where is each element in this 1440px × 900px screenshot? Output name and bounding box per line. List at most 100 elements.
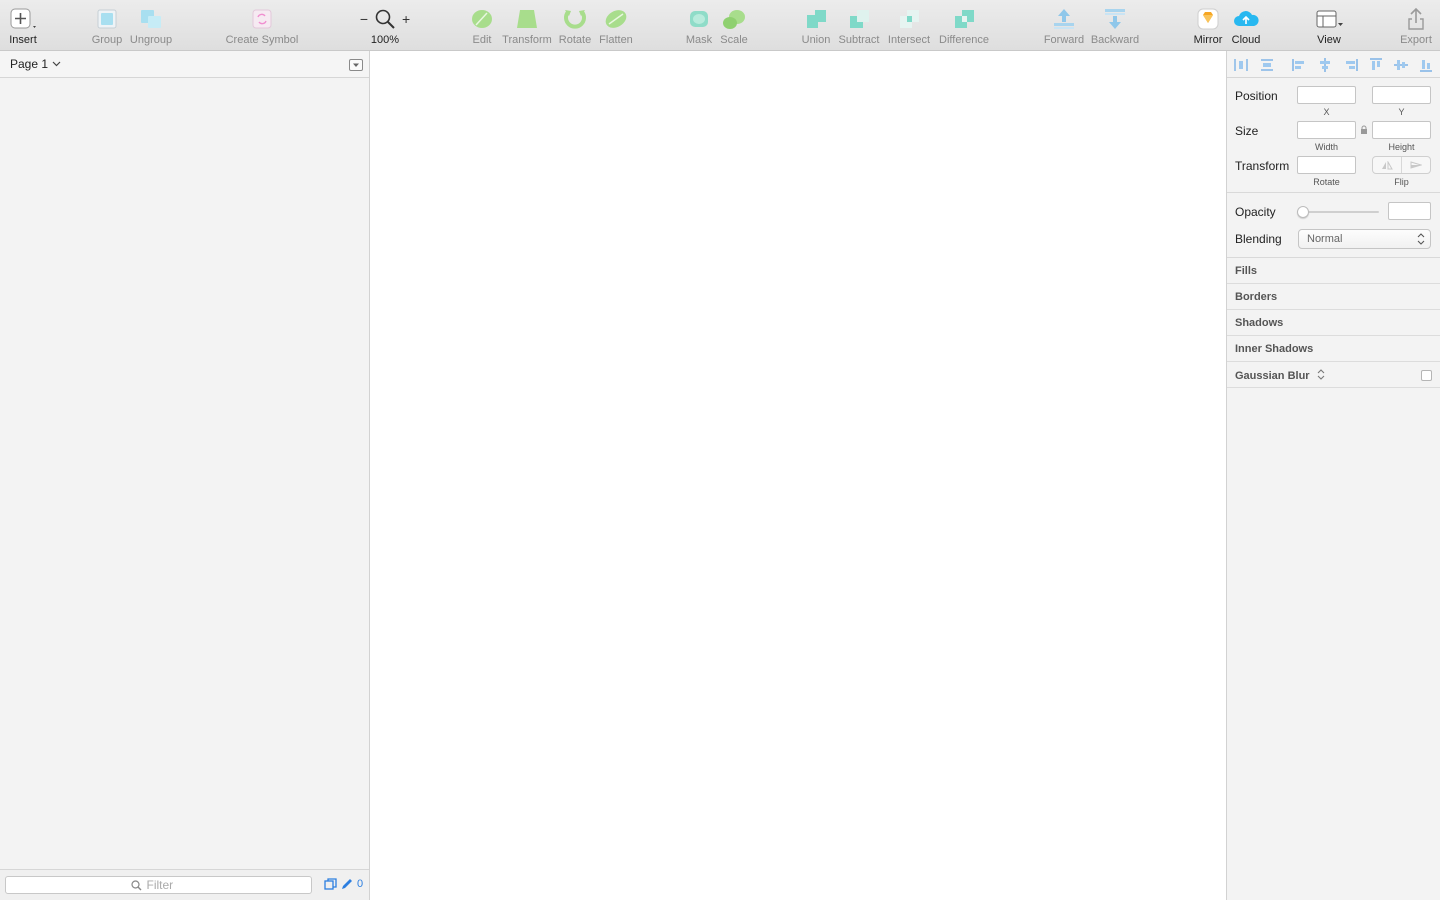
- intersect-icon: [900, 10, 919, 28]
- inner-shadows-section[interactable]: Inner Shadows: [1227, 336, 1440, 362]
- subtract-button[interactable]: Subtract: [836, 6, 882, 48]
- lock-icon[interactable]: [1360, 125, 1368, 135]
- blending-label: Blending: [1235, 232, 1282, 246]
- flatten-icon: [605, 10, 627, 28]
- share-export-icon: [1408, 7, 1424, 30]
- group-button[interactable]: Group: [90, 6, 124, 48]
- zoom-out-button[interactable]: −: [360, 11, 368, 27]
- opacity-slider-knob[interactable]: [1297, 206, 1309, 218]
- distribute-vertical-icon[interactable]: [1259, 57, 1275, 73]
- flip-control: [1372, 156, 1431, 174]
- opacity-row: Opacity: [1227, 201, 1440, 223]
- opacity-field[interactable]: [1388, 202, 1431, 221]
- edit-button[interactable]: Edit: [468, 6, 496, 48]
- align-right-icon[interactable]: [1343, 57, 1359, 73]
- page-name: Page 1: [10, 57, 49, 71]
- export-label: Export: [1400, 34, 1432, 46]
- scale-label: Scale: [720, 34, 748, 46]
- x-field[interactable]: [1297, 86, 1356, 105]
- alignment-bar: [1227, 51, 1440, 78]
- align-center-horizontal-icon[interactable]: [1317, 57, 1333, 73]
- sketch-mirror-icon: [1197, 8, 1219, 30]
- mirror-button[interactable]: Mirror: [1190, 6, 1226, 48]
- gaussian-blur-section[interactable]: Gaussian Blur: [1227, 362, 1440, 388]
- create-symbol-label: Create Symbol: [225, 34, 299, 46]
- insert-button[interactable]: Insert: [6, 6, 40, 48]
- flip-vertical-button[interactable]: [1401, 157, 1430, 173]
- export-button[interactable]: Export: [1396, 6, 1436, 48]
- shadows-title: Shadows: [1235, 317, 1284, 329]
- symbol-icon: [252, 9, 272, 29]
- distribute-horizontal-icon[interactable]: [1233, 57, 1249, 73]
- toolbar: Insert Group Ungroup Create Symbol − + 1…: [0, 0, 1440, 51]
- collapse-pages-icon[interactable]: [349, 59, 363, 71]
- blending-select[interactable]: Normal: [1298, 229, 1431, 249]
- rotate-button[interactable]: Rotate: [558, 6, 592, 48]
- flip-horizontal-button[interactable]: [1373, 157, 1401, 173]
- chevron-down-icon: [52, 61, 61, 67]
- height-input[interactable]: [1373, 124, 1430, 140]
- scale-button[interactable]: Scale: [718, 6, 750, 48]
- difference-icon: [955, 10, 974, 28]
- align-middle-vertical-icon[interactable]: [1393, 57, 1409, 73]
- y-input[interactable]: [1373, 89, 1430, 105]
- shadows-section[interactable]: Shadows: [1227, 310, 1440, 336]
- page-selector[interactable]: Page 1: [10, 57, 61, 71]
- width-input[interactable]: [1298, 124, 1355, 140]
- magnifier-icon: [375, 9, 395, 29]
- ungroup-button[interactable]: Ungroup: [128, 6, 174, 48]
- opacity-input[interactable]: [1389, 205, 1430, 221]
- backward-button[interactable]: Backward: [1090, 6, 1140, 48]
- up-down-chevron-icon: [1417, 233, 1425, 245]
- flatten-label: Flatten: [599, 34, 633, 46]
- align-left-icon[interactable]: [1291, 57, 1307, 73]
- subtract-label: Subtract: [838, 34, 880, 46]
- mask-button[interactable]: Mask: [684, 6, 714, 48]
- difference-button[interactable]: Difference: [936, 6, 992, 48]
- height-field[interactable]: [1372, 121, 1431, 140]
- fills-section[interactable]: Fills: [1227, 258, 1440, 284]
- filter-field[interactable]: [5, 876, 312, 894]
- align-top-icon[interactable]: [1368, 57, 1384, 73]
- up-down-chevron-icon: [1317, 369, 1325, 380]
- inspector-panel: Position X Y Size Width Height Transform…: [1226, 51, 1440, 900]
- flip-sublabel: Flip: [1394, 177, 1409, 187]
- union-button[interactable]: Union: [798, 6, 834, 48]
- search-icon: [130, 879, 141, 890]
- x-label: X: [1323, 107, 1330, 117]
- x-input[interactable]: [1298, 89, 1355, 105]
- transform-button[interactable]: Transform: [500, 6, 554, 48]
- align-bottom-icon[interactable]: [1418, 57, 1434, 73]
- borders-title: Borders: [1235, 291, 1278, 303]
- send-backward-icon: [1105, 9, 1125, 29]
- canvas[interactable]: [370, 51, 1226, 900]
- width-field[interactable]: [1297, 121, 1356, 140]
- filter-input[interactable]: [146, 878, 187, 892]
- cloud-button[interactable]: Cloud: [1228, 6, 1264, 48]
- mask-icon: [690, 11, 708, 27]
- create-symbol-button[interactable]: Create Symbol: [224, 6, 300, 48]
- symbols-filter-icon[interactable]: [324, 878, 337, 890]
- difference-label: Difference: [939, 34, 989, 46]
- scale-icon: [723, 10, 745, 29]
- rotate-field[interactable]: [1297, 156, 1356, 175]
- rotate-sublabel: Rotate: [1313, 177, 1340, 187]
- zoom-level[interactable]: 100%: [371, 34, 399, 46]
- mirror-label: Mirror: [1193, 34, 1223, 46]
- forward-button[interactable]: Forward: [1042, 6, 1086, 48]
- gaussian-blur-checkbox[interactable]: [1421, 370, 1432, 381]
- cloud-label: Cloud: [1231, 34, 1261, 46]
- opacity-slider[interactable]: [1297, 206, 1379, 218]
- rotate-input[interactable]: [1298, 159, 1355, 175]
- view-button[interactable]: View: [1308, 6, 1350, 48]
- divider: [1227, 192, 1440, 193]
- pencil-filter-icon[interactable]: [341, 878, 353, 890]
- borders-section[interactable]: Borders: [1227, 284, 1440, 310]
- y-field[interactable]: [1372, 86, 1431, 105]
- intersect-button[interactable]: Intersect: [886, 6, 932, 48]
- ungroup-label: Ungroup: [129, 34, 173, 46]
- layer-filter-icons: 0: [324, 878, 363, 890]
- flatten-button[interactable]: Flatten: [596, 6, 636, 48]
- zoom-in-button[interactable]: +: [402, 11, 410, 27]
- gaussian-blur-title[interactable]: Gaussian Blur: [1235, 369, 1325, 382]
